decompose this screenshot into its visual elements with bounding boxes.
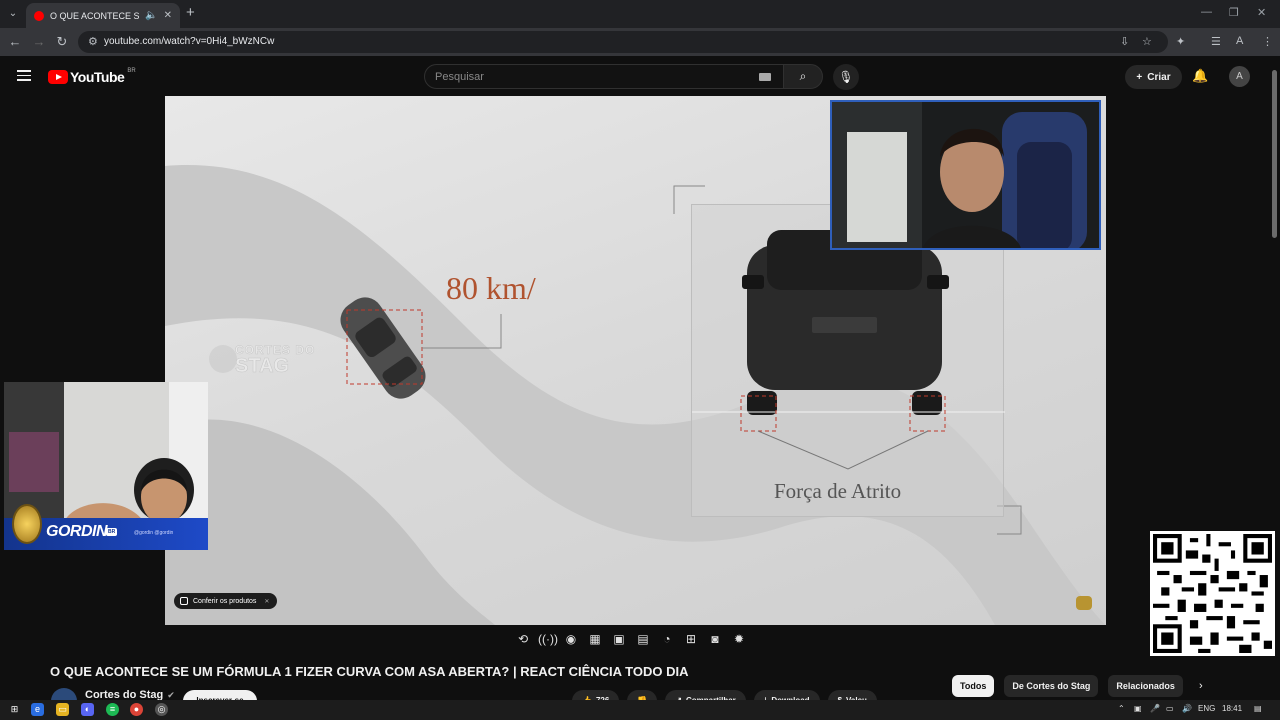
speaker-icon[interactable]: 🔈 [145, 10, 157, 21]
qr-pattern [1153, 534, 1272, 653]
tab-title: O QUE ACONTECE SE UM F [50, 10, 140, 21]
browser-toolbar: ← → ↻ ⚙ youtube.com/watch?v=0Hi4_bWzNCw … [0, 28, 1280, 56]
plus-icon: + [1136, 71, 1143, 83]
clapper-icon[interactable]: ▦ [586, 630, 604, 648]
related-filter-chips: Todos De Cortes do Stag Relacionados [952, 675, 1183, 697]
create-button[interactable]: + Criar [1125, 65, 1182, 89]
chip-related[interactable]: Relacionados [1108, 675, 1183, 697]
guide-menu-icon[interactable] [17, 70, 31, 81]
chip-all[interactable]: Todos [952, 675, 995, 697]
youtube-logo-text: YouTube [70, 69, 125, 85]
tray-mic-icon[interactable]: 🎤 [1150, 704, 1160, 713]
profile-icon[interactable]: A [1236, 35, 1243, 47]
install-app-icon[interactable]: ⇩ [1120, 35, 1129, 48]
tray-chevron-icon[interactable]: ⌃ [1118, 704, 1125, 713]
chevron-right-icon[interactable]: › [1199, 680, 1203, 692]
loop-icon[interactable]: ⟲ [514, 630, 532, 648]
voice-search-button[interactable]: 🎙 [833, 64, 859, 90]
address-url: youtube.com/watch?v=0Hi4_bWzNCw [104, 36, 275, 47]
input-language[interactable]: ENG [1198, 704, 1215, 713]
browser-tab[interactable]: O QUE ACONTECE SE UM F 🔈 ✕ [26, 3, 180, 28]
minimize-icon[interactable]: — [1201, 6, 1212, 18]
extensions-icon[interactable]: ✦ [1176, 35, 1185, 48]
eye-icon[interactable]: ◉ [562, 630, 580, 648]
search-icon: ⌕ [799, 69, 807, 83]
back-icon[interactable]: ← [7, 34, 23, 49]
region-code: BR [127, 68, 136, 74]
close-products-icon[interactable]: ✕ [264, 598, 269, 605]
settings-gear-icon[interactable]: ✹ [730, 630, 748, 648]
picture-icon[interactable]: ▣ [610, 630, 628, 648]
youtube-favicon-icon [34, 10, 44, 21]
spotify-icon[interactable]: ≡ [106, 703, 119, 716]
address-bar[interactable]: ⚙ youtube.com/watch?v=0Hi4_bWzNCw ⇩ ☆ [78, 31, 1168, 53]
gold-watch-icon [12, 504, 42, 544]
discord-icon[interactable]: ◐ [81, 703, 94, 716]
youtube-play-icon [48, 70, 68, 84]
speed-gauge-icon[interactable]: ◔ [658, 630, 676, 648]
youtube-header: YouTube BR Pesquisar ⌕ 🎙 + Criar 🔔 A [0, 56, 1280, 96]
video-title: O QUE ACONTECE SE UM FÓRMULA 1 FIZER CUR… [50, 664, 689, 679]
shopping-bag-icon [180, 597, 188, 605]
verified-icon: ✔ [167, 689, 175, 700]
add-icon[interactable]: ⊞ [682, 630, 700, 648]
obs-icon[interactable]: ◎ [155, 703, 168, 716]
bell-icon[interactable]: 🔔 [1192, 68, 1208, 84]
friction-panel [691, 204, 1005, 517]
watermark-line2: STAG [235, 355, 290, 378]
facecam-scene [832, 102, 1087, 248]
channel-badge-icon [1076, 596, 1092, 610]
close-tab-icon[interactable]: ✕ [164, 10, 172, 21]
forward-icon[interactable]: → [31, 34, 47, 49]
chip-from-channel[interactable]: De Cortes do Stag [1004, 675, 1099, 697]
camera-icon[interactable]: ◙ [706, 630, 724, 648]
friction-label: Força de Atrito [774, 479, 902, 503]
browser-tab-bar: ⌄ O QUE ACONTECE SE UM F 🔈 ✕ + — ❐ ✕ [0, 0, 1280, 28]
search-placeholder: Pesquisar [435, 71, 484, 83]
speed-label: 80 km/ [446, 270, 536, 306]
car-rear-view [692, 230, 1005, 470]
playlist-icon[interactable]: ▤ [634, 630, 652, 648]
chrome-icon[interactable]: ● [130, 703, 143, 716]
search-input[interactable]: Pesquisar [424, 64, 784, 89]
player-controls: ⟲ ((·)) ◉ ▦ ▣ ▤ ◔ ⊞ ◙ ✹ [514, 630, 748, 652]
search-button[interactable]: ⌕ [783, 64, 823, 89]
qr-code [1150, 531, 1275, 656]
watermark-face-icon [209, 345, 237, 373]
channel-watermark: CORTES DO STAG [209, 343, 321, 379]
streamer-handles: @gordin @gordin [134, 530, 174, 536]
keyboard-icon[interactable] [759, 73, 771, 81]
clock[interactable]: 18:41 [1222, 704, 1242, 713]
streamer-facecam-left: GORDIN BR @gordin @gordin [4, 382, 208, 550]
mic-icon: 🎙 [838, 70, 854, 84]
avatar[interactable]: A [1229, 66, 1250, 87]
file-explorer-icon[interactable]: ▭ [56, 703, 69, 716]
tab-search-menu-icon[interactable]: ⌄ [4, 5, 22, 23]
close-window-icon[interactable]: ✕ [1257, 6, 1266, 19]
streamer-name: GORDIN [46, 523, 108, 540]
new-tab-icon[interactable]: + [186, 4, 195, 21]
reading-list-icon[interactable]: ☰ [1211, 35, 1221, 48]
create-label: Criar [1147, 71, 1171, 83]
os-taskbar: ⊞ e ▭ ◐ ≡ ● ◎ ⌃ ▣ 🎤 ▭ 🔊 ENG 18:41 ▤ [0, 700, 1280, 720]
streamer-facecam-top [830, 100, 1101, 250]
volume-icon[interactable]: 🔊 [1182, 704, 1192, 713]
browser-menu-icon[interactable]: ⋮ [1262, 35, 1273, 48]
streamer-tag: BR [106, 528, 118, 536]
site-info-icon[interactable]: ⚙ [88, 35, 98, 48]
reload-icon[interactable]: ↻ [54, 34, 70, 50]
streamer-name-bar: GORDIN BR @gordin @gordin [4, 504, 208, 550]
page-scrollbar[interactable] [1272, 70, 1277, 238]
notifications-icon[interactable]: ▤ [1254, 704, 1262, 713]
bookmark-star-icon[interactable]: ☆ [1142, 35, 1152, 48]
network-icon[interactable]: ▭ [1166, 704, 1174, 713]
products-label: Conferir os produtos [193, 597, 257, 605]
products-button[interactable]: Conferir os produtos ✕ [174, 593, 278, 609]
youtube-logo[interactable]: YouTube BR [48, 68, 136, 85]
broadcast-icon[interactable]: ((·)) [538, 630, 558, 648]
tray-app-icon[interactable]: ▣ [1134, 704, 1142, 713]
restore-icon[interactable]: ❐ [1229, 6, 1239, 19]
windows-start-icon[interactable]: ⊞ [8, 703, 21, 716]
edge-icon[interactable]: e [31, 703, 44, 716]
